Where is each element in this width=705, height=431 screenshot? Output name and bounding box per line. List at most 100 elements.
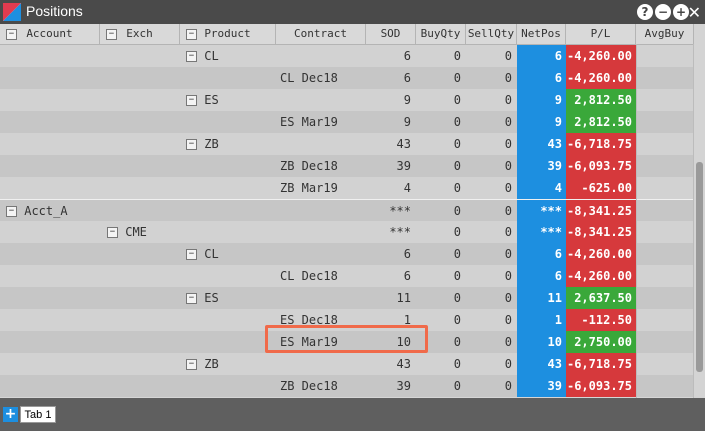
sod-cell: 9 (403, 115, 411, 129)
pl-cell: -6,093.75 (566, 375, 636, 397)
sellqty-cell: 0 (504, 115, 512, 129)
table-row[interactable]: − ZB 43 0 0 43 -6,718.75 (0, 353, 694, 375)
pl-cell: -8,341.25 (566, 221, 636, 243)
sellqty-cell: 0 (504, 49, 512, 63)
table-row[interactable]: − CL 6 0 0 6 -4,260.00 (0, 45, 694, 67)
buyqty-cell: 0 (453, 269, 461, 283)
avgbuy-cell (636, 353, 694, 375)
netpos-cell: 10 (517, 331, 566, 353)
col-exch[interactable]: − Exch (100, 24, 180, 44)
help-icon[interactable]: ? (637, 4, 653, 20)
col-avgbuy[interactable]: AvgBuy (636, 24, 694, 44)
table-row[interactable]: − CL 6 0 0 6 -4,260.00 (0, 243, 694, 265)
buyqty-cell: 0 (453, 204, 461, 218)
add-tab-button[interactable]: + (3, 407, 18, 422)
buyqty-cell: 0 (453, 247, 461, 261)
minus-box-icon[interactable]: − (106, 29, 117, 40)
netpos-cell: 43 (517, 353, 566, 375)
sod-cell: *** (389, 225, 411, 239)
minus-box-icon[interactable]: − (186, 29, 197, 40)
positions-window: Positions ? − + ✕ − Account − Exch − Pro… (0, 0, 705, 431)
minus-box-icon[interactable]: − (107, 227, 118, 238)
minus-box-icon[interactable]: − (186, 95, 197, 106)
close-icon[interactable]: ✕ (688, 3, 701, 22)
maximize-icon[interactable]: + (673, 4, 689, 20)
table-row[interactable]: − ES 11 0 0 11 2,637.50 (0, 287, 694, 309)
col-product[interactable]: − Product (180, 24, 276, 44)
col-account[interactable]: − Account (0, 24, 100, 44)
col-contract[interactable]: Contract (276, 24, 366, 44)
netpos-cell: 6 (517, 67, 566, 89)
sod-cell: 39 (396, 379, 411, 393)
avgbuy-cell (636, 309, 694, 331)
table-row[interactable]: ZB Mar19 4 0 0 4 -625.00 (0, 177, 694, 199)
sod-cell: 6 (403, 247, 411, 261)
sellqty-cell: 0 (504, 181, 512, 195)
table-row[interactable]: − CME *** 0 0 *** -8,341.25 (0, 221, 694, 243)
table-row[interactable]: ZB Dec18 39 0 0 39 -6,093.75 (0, 155, 694, 177)
product-cell: − ES (186, 89, 219, 111)
app-logo-icon (3, 3, 21, 21)
netpos-cell: 1 (517, 309, 566, 331)
netpos-cell: 9 (517, 89, 566, 111)
title-bar[interactable]: Positions ? − + ✕ (0, 0, 705, 24)
minus-box-icon[interactable]: − (186, 359, 197, 370)
avgbuy-cell (636, 155, 694, 177)
avgbuy-cell (636, 243, 694, 265)
pl-cell: 2,812.50 (566, 89, 636, 111)
sellqty-cell: 0 (504, 335, 512, 349)
column-divider (636, 44, 637, 398)
sellqty-cell: 0 (504, 159, 512, 173)
buyqty-cell: 0 (453, 115, 461, 129)
avgbuy-cell (636, 89, 694, 111)
sellqty-cell: 0 (504, 247, 512, 261)
contract-cell: ZB Dec18 (280, 379, 338, 393)
table-row[interactable]: − ZB 43 0 0 43 -6,718.75 (0, 133, 694, 155)
netpos-cell: *** (517, 200, 566, 222)
table-row[interactable]: CL Dec18 6 0 0 6 -4,260.00 (0, 265, 694, 287)
col-sod[interactable]: SOD (366, 24, 416, 44)
minus-box-icon[interactable]: − (6, 206, 17, 217)
buyqty-cell: 0 (453, 291, 461, 305)
netpos-cell: 39 (517, 375, 566, 397)
sod-cell: 6 (403, 49, 411, 63)
table-row[interactable]: ZB Dec18 39 0 0 39 -6,093.75 (0, 375, 694, 397)
avgbuy-cell (636, 375, 694, 397)
table-row[interactable]: − Acct_A *** 0 0 *** -8,341.25 (0, 199, 694, 222)
col-buyqty[interactable]: BuyQty (416, 24, 466, 44)
col-sellqty[interactable]: SellQty (466, 24, 517, 44)
netpos-cell: 9 (517, 111, 566, 133)
minus-box-icon[interactable]: − (186, 51, 197, 62)
minus-box-icon[interactable]: − (186, 249, 197, 260)
table-row[interactable]: ES Mar19 9 0 0 9 2,812.50 (0, 111, 694, 133)
sellqty-cell: 0 (504, 269, 512, 283)
pl-cell: -4,260.00 (566, 265, 636, 287)
contract-cell: CL Dec18 (280, 71, 338, 85)
buyqty-cell: 0 (453, 93, 461, 107)
buyqty-cell: 0 (453, 225, 461, 239)
sod-cell: 43 (396, 357, 411, 371)
pl-cell: -625.00 (566, 177, 636, 199)
netpos-cell: *** (517, 221, 566, 243)
minus-box-icon[interactable]: − (186, 139, 197, 150)
pl-cell: -4,260.00 (566, 67, 636, 89)
table-row[interactable]: CL Dec18 6 0 0 6 -4,260.00 (0, 67, 694, 89)
pl-cell: 2,812.50 (566, 111, 636, 133)
netpos-cell: 43 (517, 133, 566, 155)
sellqty-cell: 0 (504, 225, 512, 239)
avgbuy-cell (636, 67, 694, 89)
minus-box-icon[interactable]: − (6, 29, 17, 40)
col-pl[interactable]: P/L (566, 24, 636, 44)
minimize-icon[interactable]: − (655, 4, 671, 20)
pl-cell: -4,260.00 (566, 45, 636, 67)
contract-cell: ZB Dec18 (280, 159, 338, 173)
minus-box-icon[interactable]: − (186, 293, 197, 304)
sod-cell: 6 (403, 71, 411, 85)
buyqty-cell: 0 (453, 159, 461, 173)
table-row[interactable]: − ES 9 0 0 9 2,812.50 (0, 89, 694, 111)
tab-1[interactable]: Tab 1 (20, 406, 56, 423)
scrollbar-thumb[interactable] (696, 162, 703, 372)
col-netpos[interactable]: NetPos (517, 24, 566, 44)
vertical-scrollbar[interactable] (694, 24, 705, 398)
sellqty-cell: 0 (504, 313, 512, 327)
